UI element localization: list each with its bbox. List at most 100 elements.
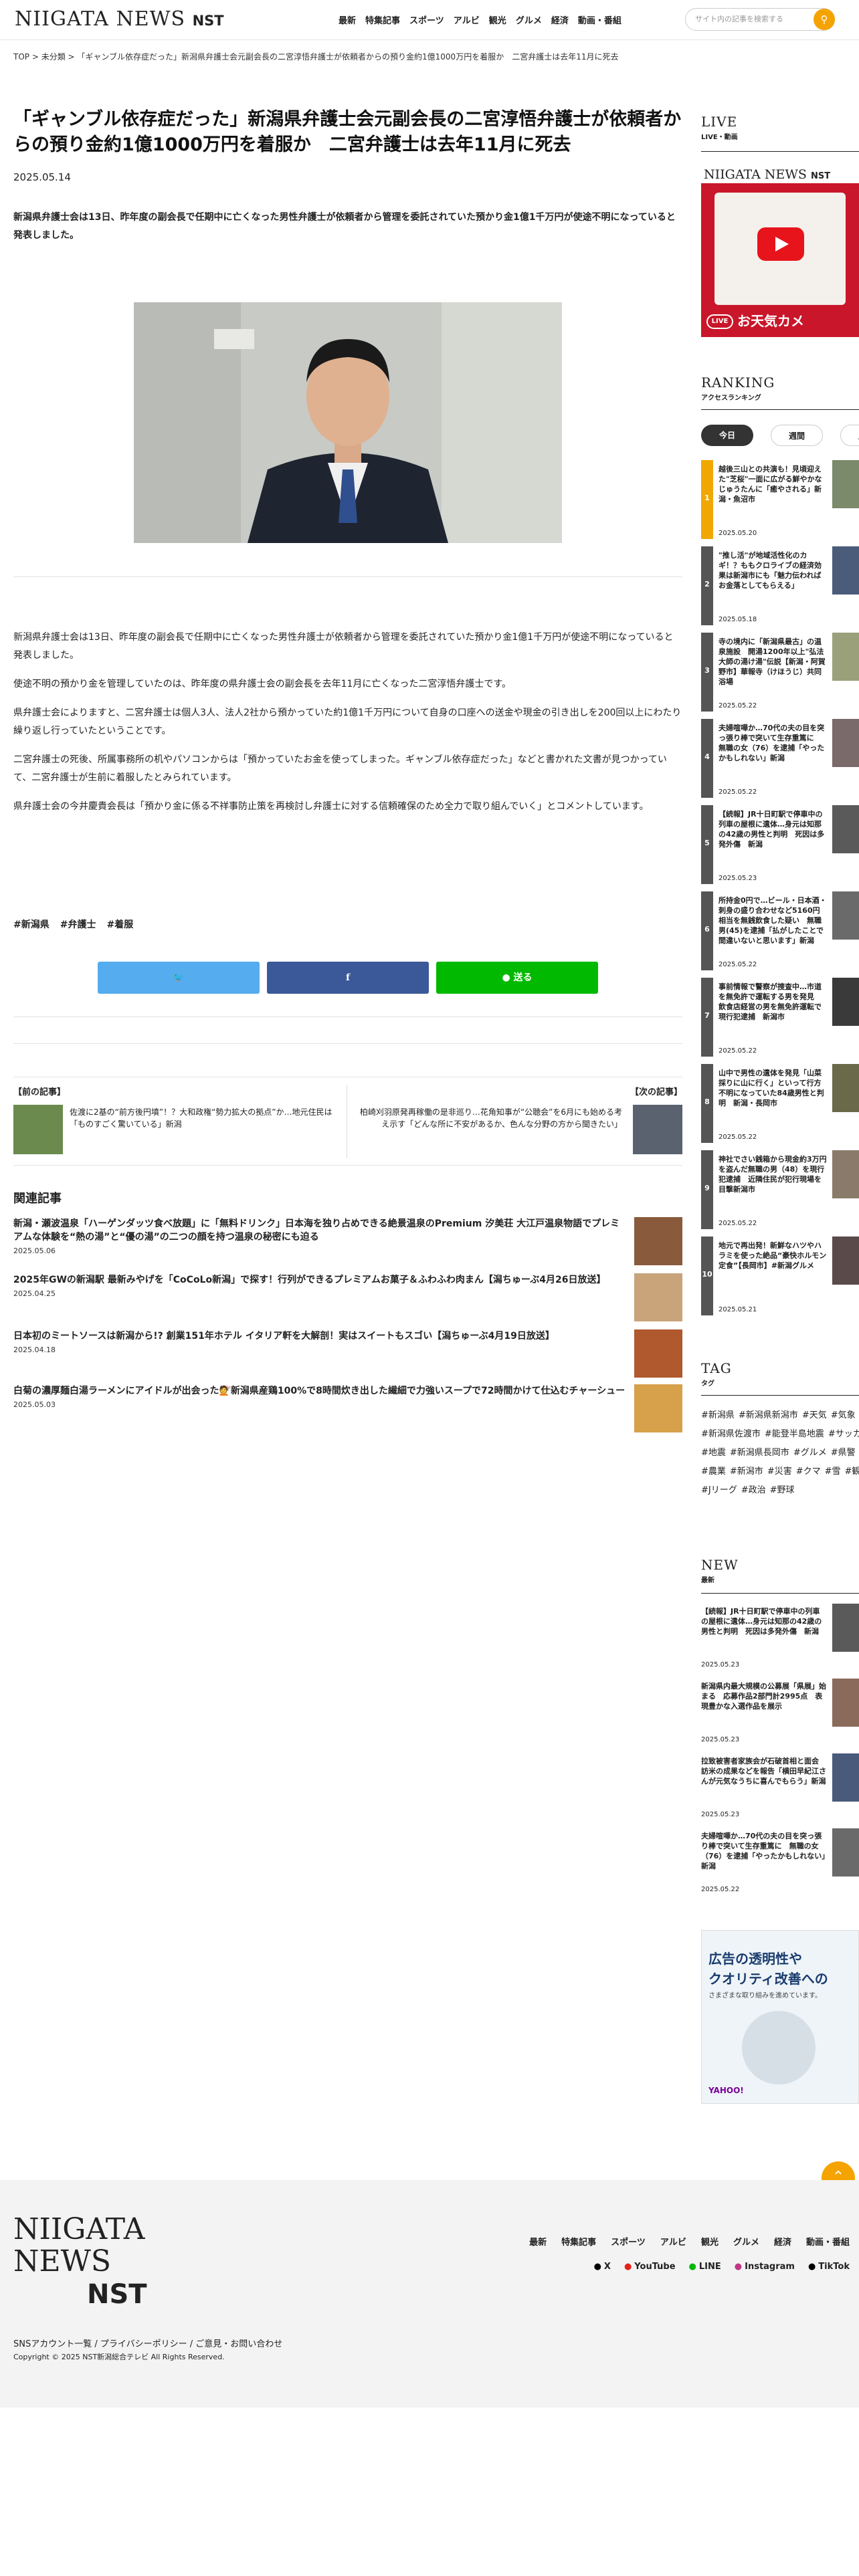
ranking-item[interactable]: 9 神社でさい銭箱から現金約3万円を盗んだ無職の男（48）を現行犯逮捕 近隣住民が…	[701, 1150, 859, 1236]
live-player[interactable]: LIVENIIGATA NEWS NST LIVE お天気カメ	[701, 165, 859, 337]
footer-nav-item[interactable]: グルメ	[733, 2235, 759, 2248]
related-item[interactable]: 新潟・瀬波温泉「ハーゲンダッツ食べ放題」に「無料ドリンク」日本海を独り占めできる…	[13, 1217, 682, 1269]
sidebar-tag[interactable]: #農業	[701, 1467, 726, 1477]
article-tag[interactable]: #弁護士	[60, 918, 96, 931]
ranking-tab[interactable]: 今日	[701, 425, 753, 446]
sidebar-tag[interactable]: #新潟県長岡市	[730, 1448, 789, 1458]
footer-nav-item[interactable]: スポーツ	[611, 2235, 646, 2248]
sidebar-tag[interactable]: #クマ	[796, 1467, 821, 1477]
article-paragraph: 県弁護士会の今井慶貴会長は「預かり金に係る不祥事防止策を再検討し弁護士に対する信…	[13, 801, 649, 812]
ranking-number: 8	[701, 1064, 713, 1143]
sidebar-tag[interactable]: #Jリーグ	[701, 1485, 737, 1495]
next-article-link[interactable]: 【次の記事】 柏崎刈羽原発再稼働の是非巡り…花角知事が“公聴会”を6月にも始める…	[355, 1085, 682, 1154]
ad-banner[interactable]: 広告の透明性や クオリティ改善への さまざまな取り組みを進めています。 YAHO…	[701, 1930, 859, 2104]
new-item[interactable]: 新潟県内最大規模の公募展「県展」始まる 応募作品2部門計2995点 表現豊かな入…	[701, 1679, 859, 1751]
sidebar-tag[interactable]: #地震	[701, 1448, 726, 1458]
global-nav-item[interactable]: アルビ	[454, 13, 480, 26]
footer-nav-item[interactable]: アルビ	[660, 2235, 686, 2248]
ad-line1: 広告の透明性や	[708, 1951, 802, 1967]
twitter-icon: 🐦	[173, 972, 185, 983]
sidebar-tag[interactable]: #気象	[831, 1410, 856, 1420]
tiktok-icon: ●	[807, 2262, 816, 2272]
sidebar-tag[interactable]: #天気	[802, 1410, 827, 1420]
related-item[interactable]: 白菊の濃厚麺白湯ラーメンにアイドルが出会った💇新潟県産鶏100%で8時間炊き出し…	[13, 1384, 682, 1436]
instagram-icon: ●	[734, 2262, 743, 2272]
sidebar-tag[interactable]: #政治	[741, 1485, 766, 1495]
new-item[interactable]: 夫婦喧嘩か…70代の夫の目を突っ張り棒で突いて生存重篤に 無職の女（76）を逮捕…	[701, 1828, 859, 1901]
sidebar-tag[interactable]: #サッカー	[828, 1429, 859, 1439]
new-date: 2025.05.23	[701, 1811, 740, 1818]
sidebar-tag[interactable]: #能登半島地震	[765, 1429, 824, 1439]
footer-social-link[interactable]: ● TikTok	[808, 2262, 850, 2272]
global-nav-item[interactable]: グルメ	[516, 13, 542, 26]
footer-nav-item[interactable]: 動画・番組	[806, 2235, 850, 2248]
footer-nav-item[interactable]: 経済	[774, 2235, 791, 2248]
ranking-tab[interactable]: 月間	[840, 425, 859, 446]
related-item[interactable]: 日本初のミートソースは新潟から!? 創業151年ホテル イタリア軒を大解剖！実は…	[13, 1329, 682, 1382]
sidebar-tag[interactable]: #野球	[770, 1485, 795, 1495]
ranking-thumb	[832, 633, 859, 681]
footer-nav-item[interactable]: 観光	[701, 2235, 719, 2248]
sidebar-tag[interactable]: #新潟県新潟市	[739, 1410, 798, 1420]
new-item[interactable]: 【続報】JR十日町駅で停車中の列車の屋根に遺体…身元は知那の42歳の男性と判明 …	[701, 1604, 859, 1676]
sidebar-tag[interactable]: #観光	[845, 1467, 859, 1477]
ranking-item[interactable]: 4 夫婦喧嘩か…70代の夫の目を突っ張り棒で突いて生存重篤に 無職の女（76）を逮…	[701, 719, 859, 804]
related-item[interactable]: 2025年GWの新潟駅 最新みやげを「CoCoLo新潟」で探す！行列ができるプレ…	[13, 1273, 682, 1325]
sidebar-tag[interactable]: #災害	[767, 1467, 792, 1477]
sidebar-tag[interactable]: #新潟市	[730, 1467, 763, 1477]
global-nav-item[interactable]: 最新	[339, 13, 356, 26]
divider	[701, 1593, 859, 1594]
search-button[interactable]: ⚲	[814, 9, 835, 30]
ranking-item[interactable]: 8 山中で男性の遺体を発見「山菜採りに山に行く」といって行方不明になっていた84歳…	[701, 1064, 859, 1150]
footer-nav-item[interactable]: 特集記事	[561, 2235, 596, 2248]
sidebar-tag[interactable]: #グルメ	[793, 1448, 827, 1458]
breadcrumb[interactable]: TOP > 未分類 > 「ギャンブル依存症だった」新潟県弁護士会元副会長の二宮淳…	[13, 51, 843, 62]
global-nav-item[interactable]: 観光	[489, 13, 506, 26]
footer-social-link[interactable]: ● LINE	[689, 2262, 721, 2272]
sidebar-tag[interactable]: #県警	[831, 1448, 856, 1458]
article-tag[interactable]: #新潟県	[13, 918, 50, 931]
facebook-share-button[interactable]: f	[267, 962, 429, 994]
ranking-number: 4	[701, 719, 713, 798]
ranking-number: 6	[701, 891, 713, 970]
footer-nav-item[interactable]: 最新	[529, 2235, 547, 2248]
ranking-thumb	[832, 1150, 859, 1198]
article-photo	[134, 302, 562, 543]
footer-social-link[interactable]: ● Instagram	[735, 2262, 795, 2272]
related-title: 白菊の濃厚麺白湯ラーメンにアイドルが出会った💇新潟県産鶏100%で8時間炊き出し…	[13, 1386, 626, 1396]
ranking-item[interactable]: 6 所持金0円で…ビール・日本酒・刺身の盛り合わせなど5160円相当を無銭飲食した…	[701, 891, 859, 977]
ranking-number: 1	[701, 460, 713, 539]
sidebar-tag[interactable]: #新潟県佐渡市	[701, 1429, 761, 1439]
ranking-tab[interactable]: 週間	[771, 425, 823, 446]
twitter-share-button[interactable]: 🐦	[98, 962, 260, 994]
ranking-item[interactable]: 2 "推し活"が地域活性化のカギ！？ももクロライブの経済効果は新潟市にも「魅力伝わ…	[701, 546, 859, 632]
search-icon: ⚲	[820, 13, 828, 25]
sidebar-tag[interactable]: #雪	[825, 1467, 841, 1477]
article: 「ギャンブル依存症だった」新潟県弁護士会元副会長の二宮淳悟弁護士が依頼者からの預…	[13, 107, 682, 245]
ranking-item[interactable]: 5 【続報】JR十日町駅で停車中の列車の屋根に遺体…身元は知那の42歳の男性と判明…	[701, 805, 859, 891]
ranking-item[interactable]: 3 寺の境内に「新潟県最古」の温泉施設 開湯1200年以上"弘法大師の湯け湯"伝説…	[701, 633, 859, 718]
global-nav-item[interactable]: 特集記事	[365, 13, 400, 26]
global-nav-item[interactable]: 動画・番組	[578, 13, 622, 26]
ranking-item[interactable]: 10 地元で再出発！新鮮なハツやハラミを使った絶品“豪快ホルモン定食”【長岡市】#…	[701, 1237, 859, 1322]
global-nav-item[interactable]: スポーツ	[409, 13, 444, 26]
line-share-button[interactable]: ● 送る	[436, 962, 598, 994]
footer-nav: 最新 特集記事 スポーツ アルビ 観光 グルメ 経済 動画・番組	[455, 2235, 850, 2248]
footer-logo[interactable]: NIIGATA NEWS NST	[13, 2214, 187, 2311]
ranking-item[interactable]: 7 事前情報で警察が捜査中…市道を無免許で運転する男を発見 飲食店経営の男を無免許…	[701, 978, 859, 1063]
new-item[interactable]: 拉致被害者家族会が石破首相と面会 訪米の成果などを報告「横田早紀江さんが元気なう…	[701, 1753, 859, 1826]
play-button[interactable]	[757, 227, 804, 261]
global-nav-item[interactable]: 経済	[551, 13, 569, 26]
site-header: NIIGATA NEWS NST 最新 特集記事 スポーツ アルビ 観光 グルメ 経済 動画・…	[0, 0, 859, 40]
search-input[interactable]: サイト内の記事を検索する	[685, 8, 835, 31]
article-body: 新潟県弁護士会は13日、昨年度の副会長で任期中に亡くなった男性弁護士が依頼者から…	[13, 629, 682, 827]
site-logo[interactable]: NIIGATA NEWS NST	[15, 7, 224, 31]
sidebar-tag[interactable]: #新潟県	[701, 1410, 735, 1420]
footer-social-link[interactable]: ● YouTube	[624, 2262, 676, 2272]
footer-links[interactable]: SNSアカウント一覧 / プライバシーポリシー / ご意見・お問い合わせ	[13, 2337, 282, 2349]
article-tag[interactable]: #着服	[106, 918, 133, 931]
ranking-item[interactable]: 1 越後三山との共演も！見頃迎えた"芝桜"一面に広がる鮮やかなじゅうたんに「癒やさ…	[701, 460, 859, 546]
footer-social-link[interactable]: ● X	[594, 2262, 611, 2272]
prev-article-link[interactable]: 【前の記事】 佐渡に2基の“前方後円墳”！？大和政権“勢力拡大の拠点”か…地元住…	[13, 1085, 341, 1154]
ranking-date: 2025.05.22	[719, 1047, 757, 1055]
